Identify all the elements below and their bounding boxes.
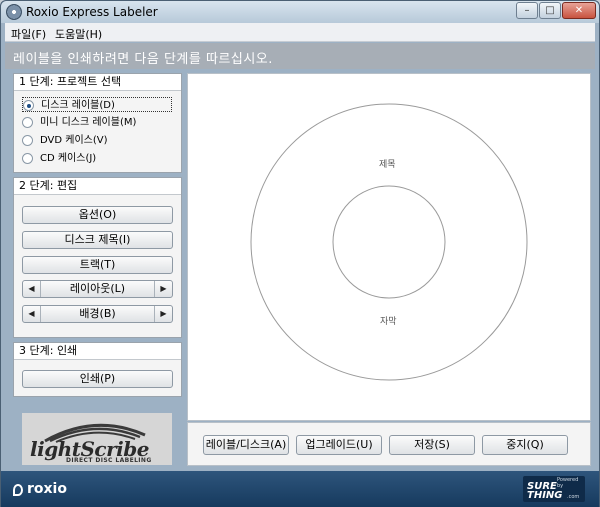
layout-label: 레이아웃(L) [69, 282, 126, 295]
track-button[interactable]: 트랙(T) [22, 256, 173, 274]
background-next-arrow-icon[interactable]: ▶ [154, 306, 172, 322]
surething-wordmark: SURE THING [527, 482, 563, 501]
option-label: 미니 디스크 레이블(M) [40, 117, 137, 128]
minimize-button[interactable]: – [516, 2, 538, 19]
radio-icon[interactable] [23, 100, 34, 111]
label-disc-button[interactable]: 레이블/디스크(A) [203, 435, 289, 455]
disc-title-text[interactable]: 제목 [379, 157, 396, 170]
disc-title-button[interactable]: 디스크 제목(I) [22, 231, 173, 249]
instruction-banner: 레이블을 인쇄하려면 다음 단계를 따르십시오. [5, 43, 595, 69]
upgrade-button[interactable]: 업그레이드(U) [296, 435, 382, 455]
option-label: DVD 케이스(V) [40, 135, 108, 146]
disc-app-icon [6, 4, 22, 20]
lightscribe-tagline: DIRECT DISC LABELING [66, 457, 152, 464]
option-label: 디스크 레이블(D) [41, 100, 115, 111]
option-disc-label[interactable]: 디스크 레이블(D) [22, 97, 172, 112]
roxio-brand: roxio [27, 481, 67, 497]
footer-bar: roxio Powered by SURE THING .com [1, 471, 599, 507]
menu-file[interactable]: 파일(F) [11, 26, 46, 42]
step3-title: 3 단계: 인쇄 [14, 343, 181, 360]
option-label: CD 케이스(J) [40, 153, 97, 164]
menu-bar: 파일(F) 도움말(H) [5, 23, 595, 42]
step3-panel: 3 단계: 인쇄 인쇄(P) [13, 342, 182, 397]
instruction-text: 레이블을 인쇄하려면 다음 단계를 따르십시오. [13, 52, 273, 67]
stop-button[interactable]: 중지(Q) [482, 435, 568, 455]
print-button[interactable]: 인쇄(P) [22, 370, 173, 388]
background-label: 배경(B) [79, 307, 116, 320]
window-title: Roxio Express Labeler [26, 5, 158, 19]
radio-icon[interactable] [22, 117, 33, 128]
step1-title: 1 단계: 프로젝트 선택 [14, 74, 181, 91]
layout-prev-arrow-icon[interactable]: ◀ [23, 281, 41, 297]
radio-icon[interactable] [22, 153, 33, 164]
close-button[interactable]: ✕ [562, 2, 596, 19]
save-button[interactable]: 저장(S) [389, 435, 475, 455]
layout-selector: ◀ 레이아웃(L) ▶ [22, 280, 173, 298]
options-button[interactable]: 옵션(O) [22, 206, 173, 224]
label-preview-canvas[interactable]: 제목 자막 [187, 73, 591, 421]
background-prev-arrow-icon[interactable]: ◀ [23, 306, 41, 322]
app-window: Roxio Express Labeler – □ ✕ 파일(F) 도움말(H)… [0, 0, 600, 507]
surething-domain: .com [567, 494, 580, 500]
title-bar: Roxio Express Labeler – □ ✕ [1, 1, 599, 23]
step1-panel: 1 단계: 프로젝트 선택 디스크 레이블(D) 미니 디스크 레이블(M) D… [13, 73, 182, 173]
surething-word-2: THING [527, 490, 563, 501]
background-selector: ◀ 배경(B) ▶ [22, 305, 173, 323]
layout-next-arrow-icon[interactable]: ▶ [154, 281, 172, 297]
disc-outline [250, 103, 528, 381]
radio-icon[interactable] [22, 135, 33, 146]
action-bar: 레이블/디스크(A) 업그레이드(U) 저장(S) 중지(Q) [187, 422, 591, 466]
lightscribe-logo: lightScribe DIRECT DISC LABELING [22, 413, 172, 465]
step2-panel: 2 단계: 편집 옵션(O) 디스크 제목(I) 트랙(T) ◀ 레이아웃(L)… [13, 177, 182, 338]
roxio-logo-icon [13, 484, 23, 496]
maximize-button[interactable]: □ [539, 2, 561, 19]
disc-subtitle-text[interactable]: 자막 [380, 314, 397, 327]
step2-title: 2 단계: 편집 [14, 178, 181, 195]
surething-logo: Powered by SURE THING .com [523, 476, 585, 502]
menu-help[interactable]: 도움말(H) [55, 26, 102, 42]
